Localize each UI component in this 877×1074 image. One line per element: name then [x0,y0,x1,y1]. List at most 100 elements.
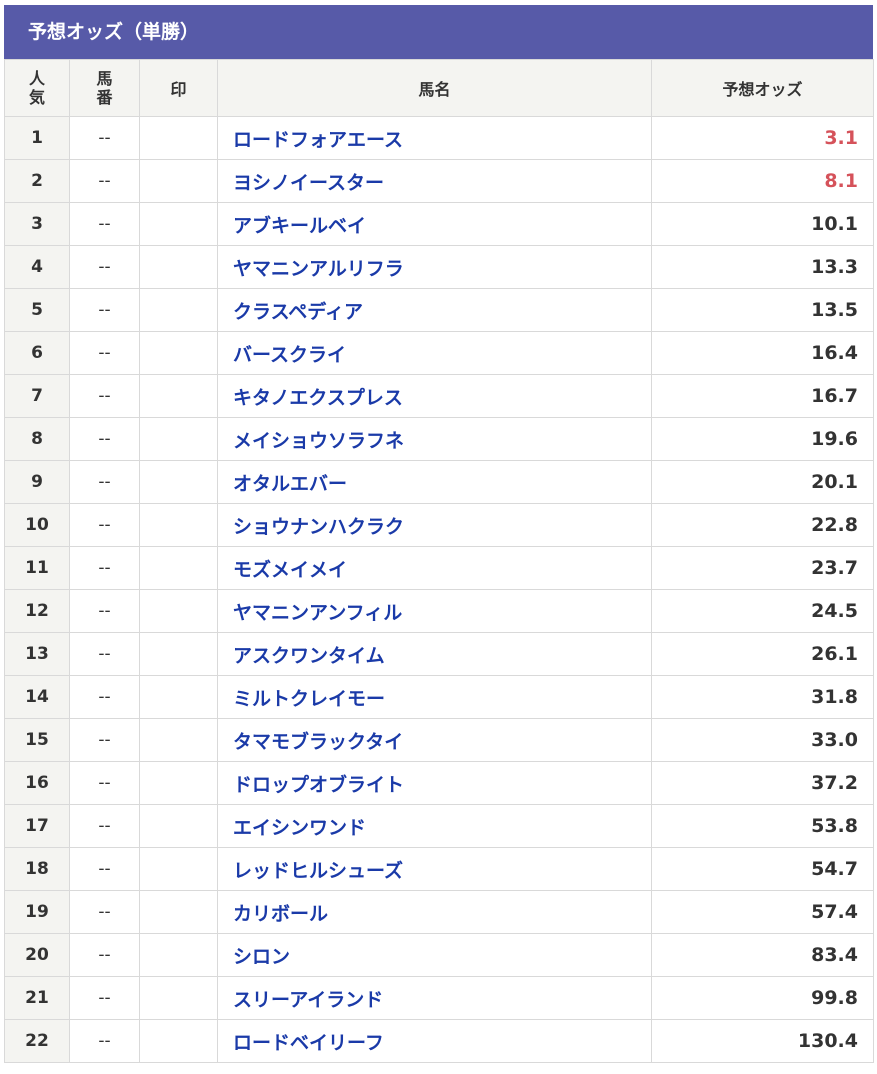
mark-cell[interactable] [139,417,218,461]
horse-number-cell: -- [69,761,140,805]
table-row: 1 -- ロードフォアエース 3.1 [4,116,874,160]
horse-name-link[interactable]: ショウナンハクラク [217,503,652,547]
horse-name-link[interactable]: カリボール [217,890,652,934]
odds-cell: 31.8 [651,675,874,719]
table-row: 3 -- アブキールベイ 10.1 [4,202,874,246]
mark-cell[interactable] [139,761,218,805]
horse-name-link[interactable]: タマモブラックタイ [217,718,652,762]
horse-name-link[interactable]: シロン [217,933,652,977]
horse-name-link[interactable]: ヨシノイースター [217,159,652,203]
horse-name-link[interactable]: キタノエクスプレス [217,374,652,418]
rank-cell: 7 [4,374,70,418]
rank-cell: 17 [4,804,70,848]
rank-cell: 4 [4,245,70,289]
horse-name-link[interactable]: メイショウソラフネ [217,417,652,461]
mark-cell[interactable] [139,460,218,504]
mark-cell[interactable] [139,718,218,762]
mark-cell[interactable] [139,546,218,590]
horse-name-link[interactable]: ドロップオブライト [217,761,652,805]
horse-number-cell: -- [69,546,140,590]
header-odds: 予想オッズ [651,59,874,117]
horse-name-link[interactable]: アブキールベイ [217,202,652,246]
odds-cell: 8.1 [651,159,874,203]
mark-cell[interactable] [139,116,218,160]
horse-name-link[interactable]: ロードフォアエース [217,116,652,160]
table-row: 22 -- ロードベイリーフ 130.4 [4,1019,874,1063]
mark-cell[interactable] [139,374,218,418]
mark-cell[interactable] [139,202,218,246]
horse-number-cell: -- [69,116,140,160]
horse-number-cell: -- [69,202,140,246]
mark-cell[interactable] [139,632,218,676]
mark-cell[interactable] [139,503,218,547]
horse-number-cell: -- [69,503,140,547]
rank-cell: 5 [4,288,70,332]
odds-cell: 24.5 [651,589,874,633]
horse-number-cell: -- [69,1019,140,1063]
horse-name-link[interactable]: レッドヒルシューズ [217,847,652,891]
table-row: 12 -- ヤマニンアンフィル 24.5 [4,589,874,633]
rank-cell: 21 [4,976,70,1020]
horse-number-cell: -- [69,245,140,289]
rank-cell: 11 [4,546,70,590]
horse-name-link[interactable]: オタルエバー [217,460,652,504]
odds-cell: 26.1 [651,632,874,676]
horse-name-link[interactable]: ロードベイリーフ [217,1019,652,1063]
rank-cell: 8 [4,417,70,461]
mark-cell[interactable] [139,1019,218,1063]
mark-cell[interactable] [139,847,218,891]
mark-cell[interactable] [139,589,218,633]
horse-name-link[interactable]: エイシンワンド [217,804,652,848]
table-row: 17 -- エイシンワンド 53.8 [4,804,874,848]
rank-cell: 6 [4,331,70,375]
rank-cell: 15 [4,718,70,762]
odds-cell: 20.1 [651,460,874,504]
panel-title: 予想オッズ（単勝） [4,5,873,59]
horse-name-link[interactable]: ミルトクレイモー [217,675,652,719]
odds-cell: 99.8 [651,976,874,1020]
table-row: 5 -- クラスペディア 13.5 [4,288,874,332]
mark-cell[interactable] [139,159,218,203]
horse-name-link[interactable]: スリーアイランド [217,976,652,1020]
rank-cell: 13 [4,632,70,676]
mark-cell[interactable] [139,976,218,1020]
mark-cell[interactable] [139,890,218,934]
horse-name-link[interactable]: モズメイメイ [217,546,652,590]
header-horse-number-line2: 番 [96,88,113,107]
horse-number-cell: -- [69,417,140,461]
mark-cell[interactable] [139,804,218,848]
odds-cell: 37.2 [651,761,874,805]
mark-cell[interactable] [139,288,218,332]
table-row: 7 -- キタノエクスプレス 16.7 [4,374,874,418]
odds-cell: 57.4 [651,890,874,934]
horse-name-link[interactable]: ヤマニンアンフィル [217,589,652,633]
odds-cell: 54.7 [651,847,874,891]
horse-name-link[interactable]: ヤマニンアルリフラ [217,245,652,289]
mark-cell[interactable] [139,331,218,375]
horse-name-link[interactable]: クラスペディア [217,288,652,332]
rank-cell: 14 [4,675,70,719]
horse-number-cell: -- [69,159,140,203]
horse-number-cell: -- [69,718,140,762]
table-row: 6 -- バースクライ 16.4 [4,331,874,375]
table-row: 9 -- オタルエバー 20.1 [4,460,874,504]
rank-cell: 9 [4,460,70,504]
rank-cell: 22 [4,1019,70,1063]
horse-name-link[interactable]: アスクワンタイム [217,632,652,676]
table-row: 21 -- スリーアイランド 99.8 [4,976,874,1020]
odds-cell: 33.0 [651,718,874,762]
horse-number-cell: -- [69,804,140,848]
odds-cell: 3.1 [651,116,874,160]
horse-number-cell: -- [69,288,140,332]
mark-cell[interactable] [139,933,218,977]
rank-cell: 12 [4,589,70,633]
horse-name-link[interactable]: バースクライ [217,331,652,375]
rank-cell: 16 [4,761,70,805]
horse-number-cell: -- [69,976,140,1020]
mark-cell[interactable] [139,675,218,719]
mark-cell[interactable] [139,245,218,289]
odds-cell: 83.4 [651,933,874,977]
header-horse-number: 馬 番 [69,59,140,117]
header-popularity-line1: 人 [28,69,45,88]
odds-cell: 16.7 [651,374,874,418]
